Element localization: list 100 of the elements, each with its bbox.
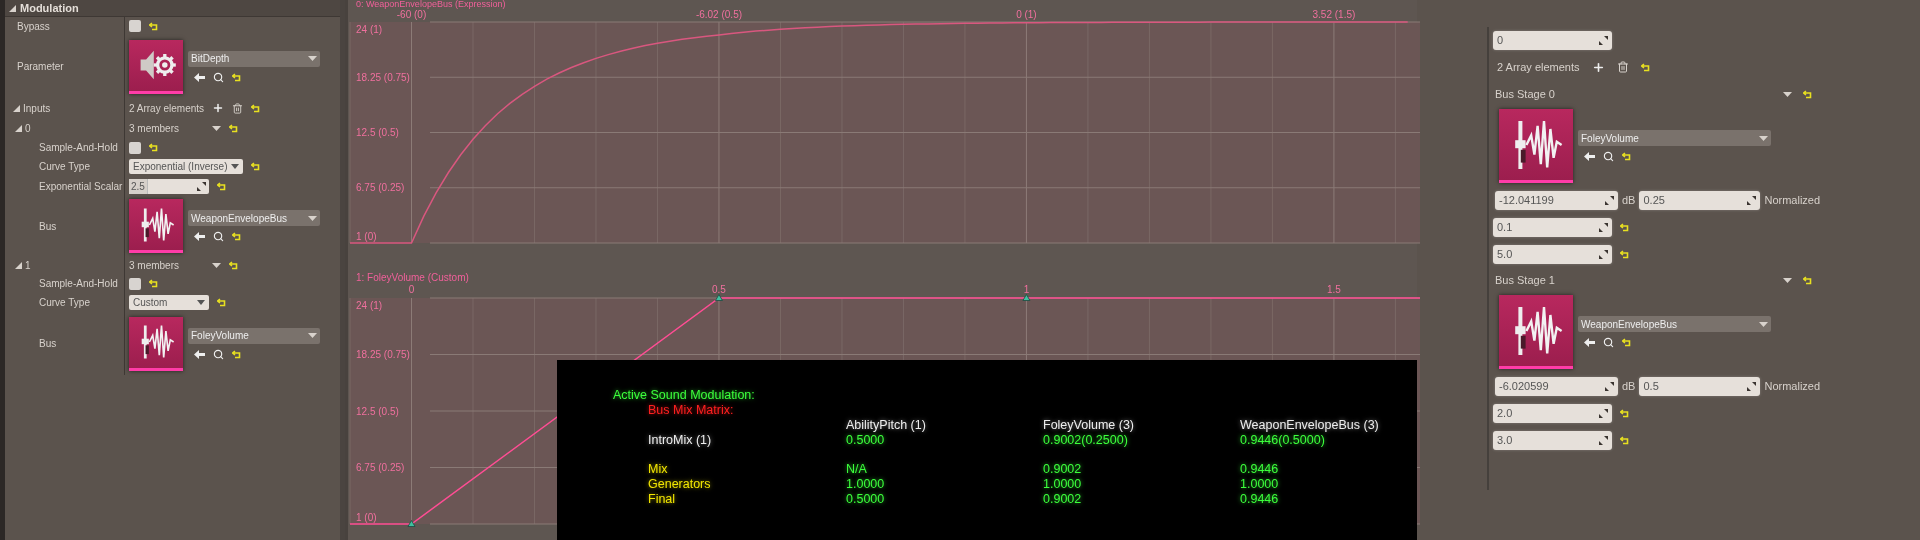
- property-label: Bypass: [17, 19, 50, 34]
- number-field[interactable]: 2.0: [1493, 404, 1612, 423]
- drag-handle-icon[interactable]: [1747, 382, 1757, 391]
- reset-arrow-icon[interactable]: [1803, 89, 1812, 99]
- number-field[interactable]: 5.0: [1493, 245, 1612, 264]
- reset-arrow-icon[interactable]: [1620, 409, 1629, 418]
- drag-handle-icon[interactable]: [1605, 382, 1614, 391]
- number-field[interactable]: 0: [1493, 31, 1612, 50]
- search-icon[interactable]: [213, 231, 224, 242]
- asset-dropdown[interactable]: FoleyVolume: [1578, 130, 1771, 146]
- reset-arrow-icon[interactable]: [1803, 275, 1812, 285]
- property-label: 0: [25, 121, 31, 136]
- asset-dropdown[interactable]: WeaponEnvelopeBus: [1578, 316, 1771, 332]
- drag-handle-icon[interactable]: [1599, 36, 1608, 45]
- asset-dropdown[interactable]: WeaponEnvelopeBus: [188, 210, 320, 226]
- delete-icon[interactable]: [1616, 61, 1629, 73]
- graph-title: 1: FoleyVolume (Custom): [356, 272, 469, 283]
- number-field[interactable]: -12.041199: [1495, 191, 1618, 210]
- reset-arrow-icon[interactable]: [250, 162, 260, 171]
- property-label: Sample-And-Hold: [39, 141, 118, 155]
- reset-arrow-icon[interactable]: [149, 279, 158, 288]
- axis-tick-label: 3.52 (1.5): [1312, 9, 1356, 20]
- reset-arrow-icon[interactable]: [217, 181, 226, 191]
- expanded-arrow-icon[interactable]: [15, 124, 22, 132]
- drag-handle-icon[interactable]: [1599, 436, 1608, 445]
- number-field[interactable]: 0.25: [1639, 191, 1761, 210]
- drag-handle-icon[interactable]: [197, 181, 206, 191]
- keyframe-icon[interactable]: [1022, 294, 1031, 301]
- checkbox[interactable]: [129, 141, 141, 154]
- reset-arrow-icon[interactable]: [1622, 152, 1631, 161]
- expanded-arrow-icon[interactable]: [13, 104, 20, 112]
- asset-dropdown[interactable]: FoleyVolume: [188, 327, 320, 344]
- back-arrow-icon[interactable]: [194, 72, 205, 82]
- search-icon[interactable]: [213, 348, 224, 360]
- number-field[interactable]: 0.1: [1493, 218, 1612, 237]
- search-icon[interactable]: [1603, 151, 1614, 162]
- column-header: AbilityPitch (1): [846, 418, 927, 433]
- asset-thumbnail[interactable]: [129, 199, 183, 253]
- checkbox[interactable]: [129, 20, 141, 32]
- caret-down-icon[interactable]: [1783, 277, 1792, 283]
- drag-handle-icon[interactable]: [1747, 196, 1757, 205]
- caret-down-icon[interactable]: [1759, 135, 1768, 141]
- back-arrow-icon[interactable]: [194, 349, 205, 359]
- reset-arrow-icon[interactable]: [1620, 436, 1629, 445]
- asset-thumbnail[interactable]: [1499, 109, 1573, 183]
- back-arrow-icon[interactable]: [1584, 152, 1595, 161]
- asset-thumbnail[interactable]: [129, 316, 183, 371]
- caret-down-icon[interactable]: [212, 125, 221, 131]
- caret-down-icon[interactable]: [1783, 91, 1792, 97]
- add-icon[interactable]: [212, 102, 225, 114]
- reset-arrow-icon[interactable]: [1620, 250, 1629, 259]
- asset-thumbnail[interactable]: [1499, 295, 1573, 369]
- unit-label: dB: [1622, 379, 1636, 395]
- reset-arrow-icon[interactable]: [229, 260, 238, 270]
- caret-down-icon[interactable]: [308, 56, 317, 61]
- asset-thumbnail[interactable]: [129, 39, 183, 94]
- drag-handle-icon[interactable]: [1599, 250, 1608, 259]
- reset-arrow-icon[interactable]: [232, 72, 241, 82]
- combo-box[interactable]: Exponential (Inverse): [129, 159, 243, 174]
- number-field[interactable]: 3.0: [1493, 431, 1612, 450]
- drag-handle-icon[interactable]: [1605, 196, 1614, 205]
- reset-arrow-icon[interactable]: [251, 103, 261, 113]
- delete-icon[interactable]: [232, 102, 244, 114]
- reset-arrow-icon[interactable]: [232, 232, 241, 241]
- reset-arrow-icon[interactable]: [217, 298, 226, 307]
- drag-handle-icon[interactable]: [1599, 409, 1608, 418]
- number-field[interactable]: 2.5: [129, 178, 209, 194]
- caret-down-icon[interactable]: [308, 215, 317, 221]
- add-icon[interactable]: [1591, 60, 1605, 74]
- back-arrow-icon[interactable]: [194, 232, 205, 241]
- expanded-arrow-icon[interactable]: [15, 261, 22, 269]
- drag-handle-icon[interactable]: [1599, 223, 1608, 232]
- reset-arrow-icon[interactable]: [1640, 62, 1650, 72]
- caret-down-icon[interactable]: [1759, 321, 1768, 327]
- caret-down-icon[interactable]: [308, 333, 317, 338]
- column-header: WeaponEnvelopeBus (3): [1240, 418, 1380, 433]
- checkbox[interactable]: [129, 277, 141, 290]
- number-field[interactable]: -6.020599: [1495, 377, 1618, 396]
- section-header[interactable]: Modulation: [5, 0, 340, 17]
- keyframe-icon[interactable]: [715, 294, 723, 301]
- back-arrow-icon[interactable]: [1584, 338, 1595, 347]
- asset-dropdown[interactable]: BitDepth: [188, 50, 320, 67]
- reset-arrow-icon[interactable]: [1622, 338, 1631, 347]
- search-icon[interactable]: [213, 71, 224, 83]
- axis-tick-label: 6.75 (0.25): [356, 462, 405, 473]
- keyframe-icon[interactable]: [407, 520, 416, 527]
- reset-arrow-icon[interactable]: [232, 349, 241, 359]
- search-icon[interactable]: [1603, 337, 1614, 348]
- reset-arrow-icon[interactable]: [149, 143, 158, 152]
- expanded-arrow-icon[interactable]: [9, 4, 16, 12]
- axis-tick-label: 6.75 (0.25): [356, 182, 405, 194]
- matrix-title: Bus Mix Matrix:: [648, 403, 734, 417]
- reset-arrow-icon[interactable]: [149, 21, 158, 31]
- reset-arrow-icon[interactable]: [1620, 223, 1629, 232]
- table-cell-text: 1.0000: [846, 477, 886, 492]
- reset-arrow-icon[interactable]: [229, 123, 238, 133]
- combo-box[interactable]: Custom: [129, 295, 209, 310]
- number-field[interactable]: 0.5: [1639, 377, 1761, 396]
- stage-title: Bus Stage 1: [1495, 272, 1556, 288]
- caret-down-icon[interactable]: [212, 262, 221, 268]
